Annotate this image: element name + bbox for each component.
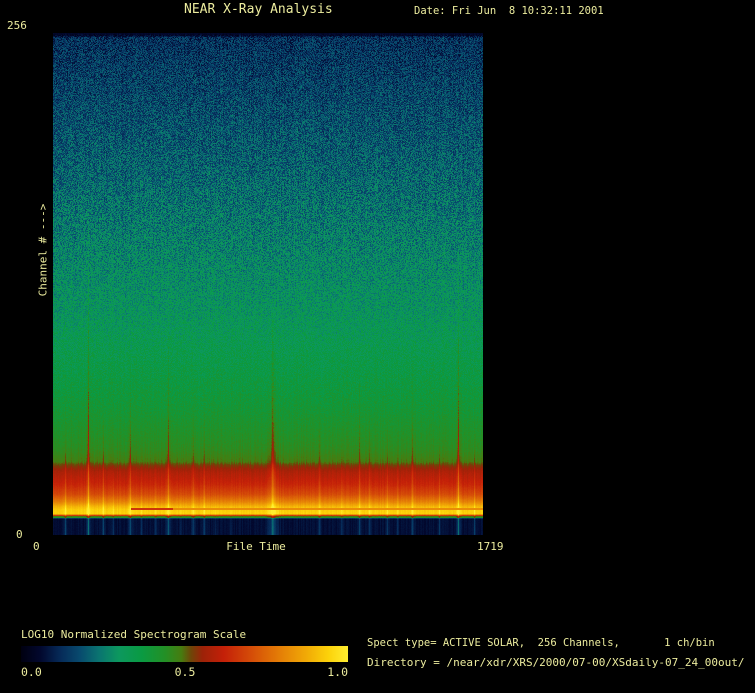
colorbar-title: LOG10 Normalized Spectrogram Scale xyxy=(21,629,246,642)
spectrogram-plot xyxy=(53,33,483,535)
y-axis-min-label: 0 xyxy=(16,529,23,542)
colorbar-tick-max: 1.0 xyxy=(327,666,348,679)
colorbar-tick-mid: 0.5 xyxy=(175,666,196,679)
spect-type-info: Spect type= ACTIVE SOLAR, 256 Channels, … xyxy=(367,637,715,649)
colorbar-gradient xyxy=(21,646,348,662)
directory-info: Directory = /near/xdr/XRS/2000/07-00/XSd… xyxy=(367,657,745,670)
near-xray-analysis-window: NEAR X-Ray Analysis Date: Fri Jun 8 10:3… xyxy=(0,0,755,693)
x-axis-title: File Time xyxy=(226,541,286,554)
header-date: Date: Fri Jun 8 10:32:11 2001 xyxy=(414,5,604,17)
page-title: NEAR X-Ray Analysis xyxy=(184,3,333,18)
y-axis-title: Channel # ---> xyxy=(38,204,51,297)
x-axis-max-label: 1719 xyxy=(477,541,504,554)
y-axis-max-label: 256 xyxy=(7,20,27,33)
x-axis-min-label: 0 xyxy=(33,541,40,554)
colorbar-tick-min: 0.0 xyxy=(21,666,42,679)
